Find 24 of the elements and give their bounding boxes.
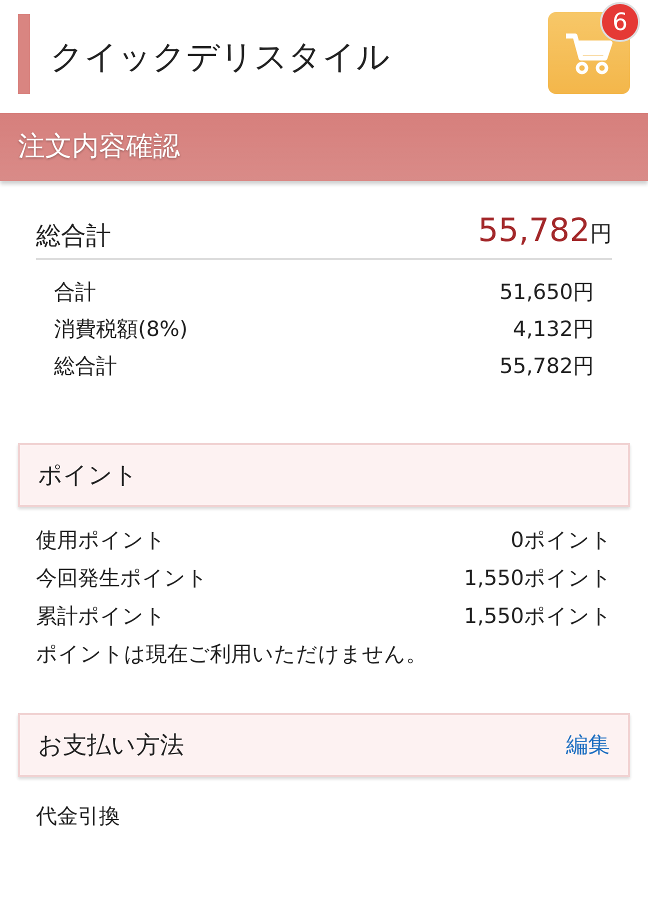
section-title: お支払い方法 bbox=[38, 730, 184, 761]
row-value: 1,550ポイント bbox=[464, 603, 612, 630]
cart-count: 6 bbox=[600, 2, 640, 42]
row-value: 0ポイント bbox=[510, 527, 612, 554]
row-value: 1,550ポイント bbox=[464, 565, 612, 592]
row-label: 総合計 bbox=[54, 353, 117, 380]
store-title: クイックデリスタイル bbox=[50, 36, 390, 78]
row-value: 55,782円 bbox=[500, 353, 594, 380]
row-label: 使用ポイント bbox=[36, 527, 166, 554]
row-label: 累計ポイント bbox=[36, 603, 166, 630]
row-value: 4,132円 bbox=[512, 316, 594, 343]
edit-link[interactable]: 編集 bbox=[566, 728, 610, 762]
points-notice: ポイントは現在ご利用いただけません。 bbox=[36, 642, 427, 666]
total-label: 総合計 bbox=[36, 220, 111, 252]
page-title: 注文内容確認 bbox=[18, 130, 180, 164]
row-label: 今回発生ポイント bbox=[36, 565, 208, 592]
row-label: 合計 bbox=[54, 279, 96, 306]
section-title: ポイント bbox=[38, 460, 138, 491]
row-value: 51,650円 bbox=[500, 279, 594, 306]
payment-method: 代金引換 bbox=[36, 804, 120, 828]
cart-icon bbox=[564, 31, 614, 75]
total-amount: 55,782 円 bbox=[478, 210, 612, 251]
cart-button[interactable] bbox=[548, 12, 630, 94]
row-label: 消費税額(8%) bbox=[54, 316, 188, 343]
